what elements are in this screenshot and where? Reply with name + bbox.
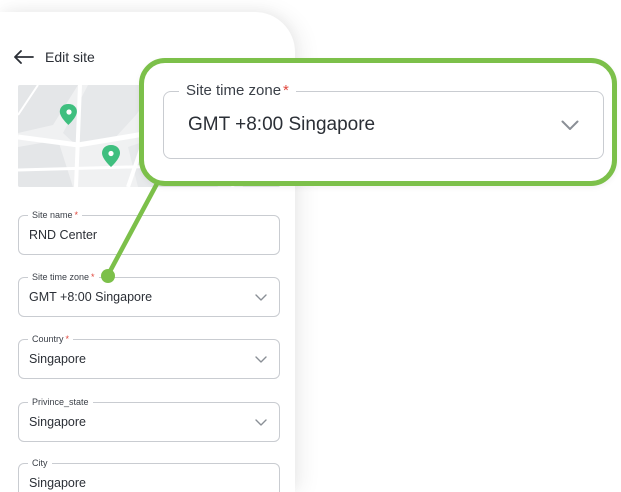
province-select[interactable]: Privince_state Singapore bbox=[18, 396, 280, 442]
country-value: Singapore bbox=[29, 352, 86, 366]
city-field[interactable]: City Singapore bbox=[18, 457, 280, 492]
callout-time-zone-label: Site time zone * bbox=[179, 81, 296, 101]
chevron-down-icon bbox=[561, 120, 579, 130]
country-label: Country * bbox=[28, 333, 74, 345]
city-label: City bbox=[28, 457, 52, 469]
chevron-down-icon bbox=[255, 356, 267, 363]
chevron-down-icon bbox=[255, 419, 267, 426]
site-name-value: RND Center bbox=[29, 228, 98, 242]
country-select[interactable]: Country * Singapore bbox=[18, 333, 280, 379]
site-time-zone-value: GMT +8:00 Singapore bbox=[29, 290, 153, 304]
site-time-zone-select[interactable]: Site time zone * GMT +8:00 Singapore bbox=[18, 271, 280, 317]
province-label: Privince_state bbox=[28, 396, 93, 408]
zoom-callout: Site time zone * GMT +8:00 Singapore bbox=[139, 58, 617, 186]
site-time-zone-label: Site time zone * bbox=[28, 271, 99, 283]
site-name-label: Site name * bbox=[28, 209, 83, 221]
arrow-left-icon[interactable] bbox=[14, 50, 34, 64]
city-value: Singapore bbox=[29, 476, 86, 490]
callout-time-zone-select[interactable]: Site time zone * GMT +8:00 Singapore bbox=[163, 81, 604, 159]
province-value: Singapore bbox=[29, 415, 86, 429]
callout-time-zone-value: GMT +8:00 Singapore bbox=[188, 114, 376, 135]
page-title: Edit site bbox=[45, 49, 95, 65]
chevron-down-icon bbox=[255, 294, 267, 301]
site-name-field[interactable]: Site name * RND Center bbox=[18, 209, 280, 255]
